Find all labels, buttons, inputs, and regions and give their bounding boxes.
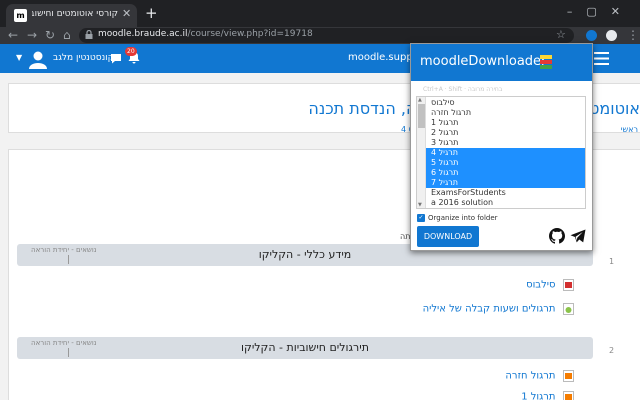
file-option[interactable]: תרגול 3 [426,138,585,148]
lock-icon [85,30,93,39]
section-header[interactable]: נושאים - יחידת הוראה תירגולים חישוביות -… [17,337,593,359]
user-name[interactable]: קונסטנטין מלגב [53,53,114,63]
scroll-down-icon[interactable]: ▼ [418,202,422,208]
user-avatar-icon[interactable] [28,49,48,69]
scroll-up-icon[interactable]: ▲ [418,97,422,103]
telegram-icon[interactable] [570,229,586,243]
home-icon[interactable]: ⌂ [63,27,71,44]
section-title[interactable]: תירגולים חישוביות - הקליקו [17,341,593,354]
file-option[interactable]: a 2016 solution [426,198,585,208]
scroll-thumb[interactable] [418,104,425,128]
page-icon [563,303,574,315]
section-number: 1 [609,257,615,266]
file-option[interactable]: תרגול 6 [426,168,585,178]
list-scrollbar[interactable]: ▲ ▼ [417,97,426,208]
file-option[interactable]: תרגיל 4 [426,148,585,158]
popup-title: moodleDownloader [420,54,547,69]
file-option[interactable]: תרגול 1 [426,118,585,128]
activity-link[interactable]: תרגולים ושעות קבלה של איליה [423,302,574,316]
activity-label[interactable]: תרגול 1 [521,392,555,400]
file-options: סילבוס תרגול חזרה תרגול 1 תרגול 2 תרגול 3 תרג… [426,98,586,209]
organize-label: Organize into folder [428,214,498,222]
pdf-icon [563,370,574,382]
activity-label[interactable]: תרגול חזרה [505,371,555,382]
forward-icon[interactable]: → [27,27,37,44]
url-text: moodle.braude.ac.il/course/view.php?id=1… [98,29,313,39]
window-controls[interactable]: –▢✕ [567,5,634,18]
file-option[interactable]: תרגיל 7 [426,178,585,188]
browser-tab-strip: m קורסי אוטומטים וחישוביות 2020 ✕ + –▢✕ [0,0,640,27]
github-icon[interactable] [549,228,565,244]
file-select-list[interactable]: ▲ ▼ סילבוס תרגול חזרה תרגול 1 תרגול 2 תרגול … [416,96,586,209]
download-button[interactable]: DOWNLOAD [417,226,479,247]
activity-link[interactable]: סילבוס [526,278,574,292]
file-option[interactable]: תרגול חזרה [426,108,585,118]
hamburger-menu-icon[interactable] [594,52,609,65]
file-option[interactable]: תרגול 5 [426,158,585,168]
activity-label[interactable]: סילבוס [526,280,555,291]
activity-label[interactable]: תרגולים ושעות קבלה של איליה [423,304,556,315]
address-bar[interactable]: moodle.braude.ac.il/course/view.php?id=1… [79,28,574,43]
moodle-downloader-extension-icon[interactable] [586,30,597,41]
file-option[interactable]: ExamsForStudents [426,188,585,198]
books-logo-icon [540,55,552,69]
pdf-icon [563,279,574,291]
moodle-downloader-popup: moodleDownloader Ctrl+A · Shift · בחירה … [410,43,593,251]
file-option[interactable]: תרגול 2 [426,128,585,138]
moodle-favicon-icon: m [14,9,27,22]
file-option[interactable]: solution a 2016 a [426,208,586,209]
user-menu-caret-icon[interactable]: ▼ [16,53,22,62]
bookmark-star-icon[interactable]: ☆ [556,27,566,42]
tab-title: קורסי אוטומטים וחישוביות 2020 [32,9,118,19]
organize-checkbox[interactable]: ✓ [417,214,425,222]
browser-tab[interactable]: m קורסי אוטומטים וחישוביות 2020 ✕ [6,4,137,27]
back-icon[interactable]: ← [8,27,18,44]
popup-header: moodleDownloader [411,44,592,81]
reload-icon[interactable]: ↻ [45,27,55,44]
list-caption: Ctrl+A · Shift · בחירה מרובה [423,86,503,93]
section-number: 2 [609,346,615,355]
activity-link[interactable]: תרגול חזרה [505,369,574,383]
pdf-icon [563,391,574,400]
file-option[interactable]: סילבוס [426,98,585,108]
breadcrumb[interactable]: ראשי [621,125,638,134]
tab-close-icon[interactable]: ✕ [122,7,131,20]
activity-link[interactable]: תרגול 1 [521,390,574,400]
notification-badge: 20 [125,47,137,56]
new-tab-icon[interactable]: + [145,6,158,21]
messages-icon[interactable] [110,53,122,64]
chrome-menu-icon[interactable]: ⋮ [627,27,639,44]
profile-avatar-icon[interactable] [606,30,617,41]
browser-toolbar: ← → ↻ ⌂ moodle.braude.ac.il/course/view.… [0,27,640,44]
